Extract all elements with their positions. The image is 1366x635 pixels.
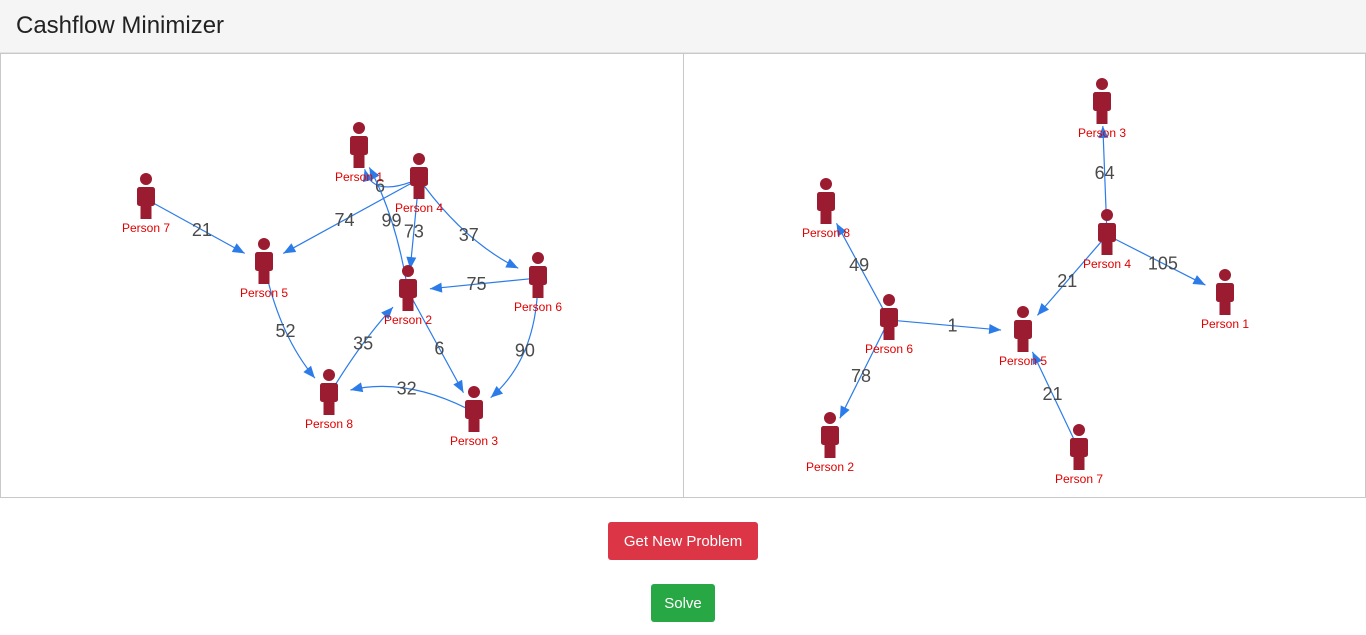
arrow-icon (453, 379, 464, 393)
person-node[interactable]: Person 3 (1078, 78, 1126, 140)
solution-graph-panel[interactable]: 64 49 21 105 1 78 21 Person 1 Person 2 Person 3 Pe… (683, 53, 1366, 498)
arrow-icon (303, 365, 315, 379)
edge-amount-label: 21 (1057, 271, 1077, 291)
edge-amount-label: 52 (276, 321, 296, 341)
person-label: Person 2 (806, 460, 854, 474)
person-node[interactable]: Person 8 (802, 178, 850, 240)
person-node[interactable]: Person 3 (450, 386, 498, 448)
person-icon (465, 386, 483, 432)
solution-graph-canvas[interactable]: 64 49 21 105 1 78 21 Person 1 Person 2 Person 3 Pe… (684, 54, 1365, 497)
person-label: Person 1 (1201, 317, 1249, 331)
person-icon (1093, 78, 1111, 124)
edge-amount-label: 73 (404, 222, 424, 242)
person-label: Person 3 (450, 434, 498, 448)
arrow-icon (283, 243, 297, 254)
person-icon (1070, 424, 1088, 470)
person-node[interactable]: Person 5 (240, 238, 288, 300)
person-label: Person 4 (395, 201, 443, 215)
person-node[interactable]: Person 2 (806, 412, 854, 474)
person-node[interactable]: Person 8 (305, 369, 353, 431)
person-node[interactable]: Person 5 (999, 306, 1047, 368)
person-icon (821, 412, 839, 458)
person-label: Person 6 (514, 300, 562, 314)
problem-graph-canvas[interactable]: 67437739921755235 6 9032Person 1Person 2Pe… (1, 54, 683, 497)
problem-graph-panel[interactable]: 6 74 37 73 99 21 75 52 35 6 90 32 Person 1 Person 2 Pe… (0, 53, 684, 498)
arrow-icon (988, 323, 1002, 334)
person-label: Person 7 (122, 221, 170, 235)
page-title: Cashflow Minimizer (16, 12, 225, 39)
edge-amount-label: 21 (192, 220, 212, 240)
person-icon (1216, 269, 1234, 315)
edge-amount-label: 78 (851, 366, 871, 386)
person-icon (1098, 209, 1116, 255)
person-node[interactable]: Person 7 (122, 173, 170, 235)
edge-amount-label: 6 (434, 338, 444, 358)
person-node[interactable]: Person 4 (1083, 209, 1131, 271)
person-icon (529, 252, 547, 298)
person-icon (410, 153, 428, 199)
edge-amount-label: 64 (1095, 163, 1115, 183)
edge-amount-label: 90 (515, 340, 535, 360)
person-label: Person 3 (1078, 126, 1126, 140)
person-label: Person 5 (240, 286, 288, 300)
arrow-icon (350, 382, 364, 393)
person-icon (399, 265, 417, 311)
person-label: Person 2 (384, 313, 432, 327)
person-icon (137, 173, 155, 219)
person-node[interactable]: Person 1 (1201, 269, 1249, 331)
edge-amount-label: 35 (353, 333, 373, 353)
get-new-problem-button[interactable]: Get New Problem (608, 522, 758, 560)
edge-amount-label: 37 (459, 225, 479, 245)
app-header: Cashflow Minimizer (0, 0, 1366, 53)
person-icon (350, 122, 368, 168)
person-node[interactable]: Person 2 (384, 265, 432, 327)
person-label: Person 5 (999, 354, 1047, 368)
person-node[interactable]: Person 6 (514, 252, 562, 314)
person-label: Person 1 (335, 170, 383, 184)
edge-amount-label: 75 (466, 274, 486, 294)
person-icon (320, 369, 338, 415)
person-node[interactable]: Person 7 (1055, 424, 1103, 486)
edge-amount-label: 32 (397, 378, 417, 398)
edge-amount-label: 21 (1042, 384, 1062, 404)
person-node[interactable]: Person 1 (335, 122, 383, 184)
person-icon (817, 178, 835, 224)
arrow-icon (429, 282, 443, 293)
person-label: Person 4 (1083, 257, 1131, 271)
edge-amount-label: 105 (1148, 253, 1178, 273)
person-icon (1014, 306, 1032, 352)
person-label: Person 6 (865, 342, 913, 356)
edge-amount-label: 49 (849, 255, 869, 275)
person-label: Person 8 (802, 226, 850, 240)
edge-amount-label: 74 (335, 210, 355, 230)
person-node[interactable]: Person 4 (395, 153, 443, 215)
arrow-icon (1037, 303, 1050, 316)
person-node[interactable]: Person 6 (865, 294, 913, 356)
arrow-icon (231, 243, 245, 254)
person-label: Person 7 (1055, 472, 1103, 486)
person-label: Person 8 (305, 417, 353, 431)
solve-button[interactable]: Solve (651, 584, 715, 622)
edge-amount-label: 1 (948, 316, 958, 336)
person-icon (255, 238, 273, 284)
arrow-icon (505, 258, 519, 269)
